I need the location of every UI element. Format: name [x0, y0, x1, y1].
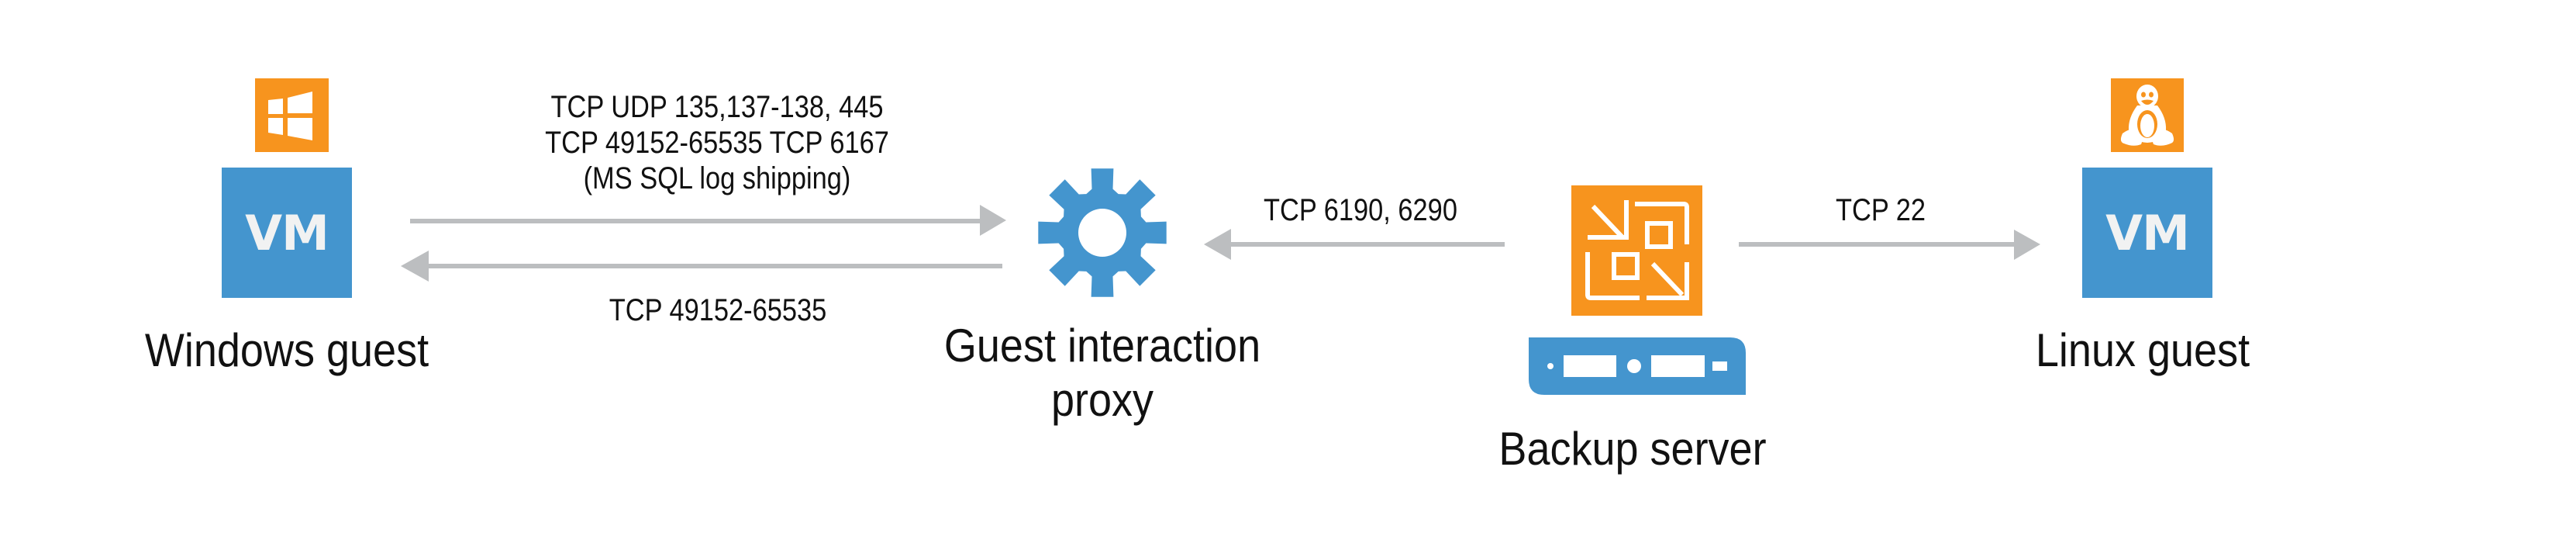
linux-vm-box[interactable]: VM [2082, 168, 2212, 298]
connection-label-backup-to-proxy: TCP 6190, 6290 [1264, 193, 1457, 227]
gear-icon [1038, 168, 1167, 297]
arrow-backup-to-proxy [1204, 229, 1505, 260]
connection-label-to-windows: TCP 49152-65535 [609, 293, 827, 327]
connection-label-to-proxy-line1: TCP UDP 135,137-138, 445 [550, 90, 884, 124]
vm-label: VM [2105, 204, 2190, 261]
proxy-label-line2: proxy [1050, 374, 1154, 426]
arrow-to-proxy [410, 205, 1006, 236]
connection-label-to-proxy-line3: (MS SQL log shipping) [583, 161, 851, 195]
connection-label-to-proxy-line2: TCP 49152-65535 TCP 6167 [545, 126, 889, 160]
backup-server-label: Backup server [1498, 423, 1767, 475]
arrow-to-windows-guest [401, 251, 1002, 282]
connection-label-backup-to-linux: TCP 22 [1835, 193, 1926, 227]
server-icon [1529, 337, 1746, 395]
windows-vm-box[interactable]: VM [222, 168, 352, 298]
linux-guest-label: Linux guest [2035, 324, 2250, 376]
proxy-label-line1: Guest interaction [943, 320, 1261, 372]
windows-guest-label: Windows guest [144, 324, 429, 376]
linux-tux-icon [2111, 78, 2184, 152]
windows-logo-icon [255, 78, 329, 152]
vm-label: VM [245, 204, 329, 261]
arrow-backup-to-linux [1739, 230, 2040, 260]
veeam-logo-icon [1571, 185, 1702, 316]
